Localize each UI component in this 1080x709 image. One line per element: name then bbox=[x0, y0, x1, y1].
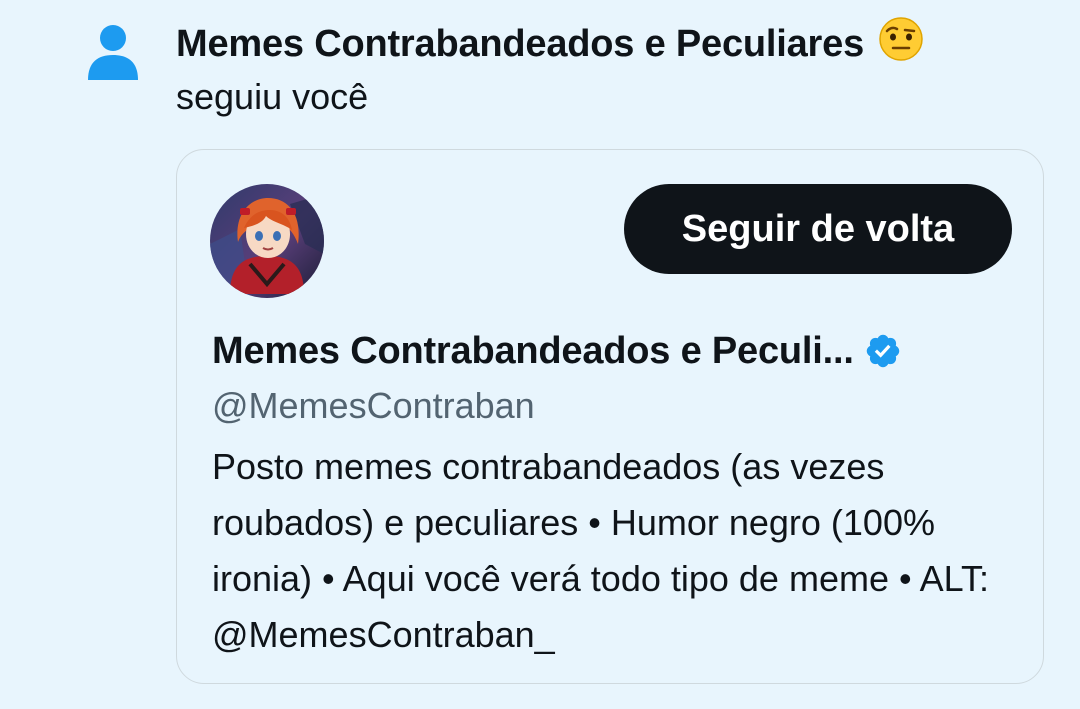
profile-card[interactable]: Seguir de volta Memes Contrabandeados e … bbox=[176, 149, 1044, 684]
notification-subtitle: seguiu você bbox=[176, 76, 369, 117]
display-name-row[interactable]: Memes Contrabandeados e Peculi... bbox=[212, 327, 902, 375]
notification-title[interactable]: Memes Contrabandeados e Peculiares bbox=[176, 16, 924, 68]
profile-handle[interactable]: @MemesContraban bbox=[212, 383, 535, 429]
follower-name[interactable]: Memes Contrabandeados e Peculiares bbox=[176, 23, 864, 65]
profile-avatar[interactable] bbox=[210, 184, 324, 298]
person-icon bbox=[88, 25, 138, 80]
display-name[interactable]: Memes Contrabandeados e Peculi... bbox=[212, 327, 854, 375]
follow-back-button[interactable]: Seguir de volta bbox=[624, 184, 1012, 274]
profile-bio: Posto memes contrabandeados (as vezes ro… bbox=[212, 446, 989, 655]
raised-eyebrow-emoji bbox=[879, 17, 924, 61]
avatar-image bbox=[210, 184, 324, 298]
verified-badge-icon bbox=[866, 334, 899, 368]
